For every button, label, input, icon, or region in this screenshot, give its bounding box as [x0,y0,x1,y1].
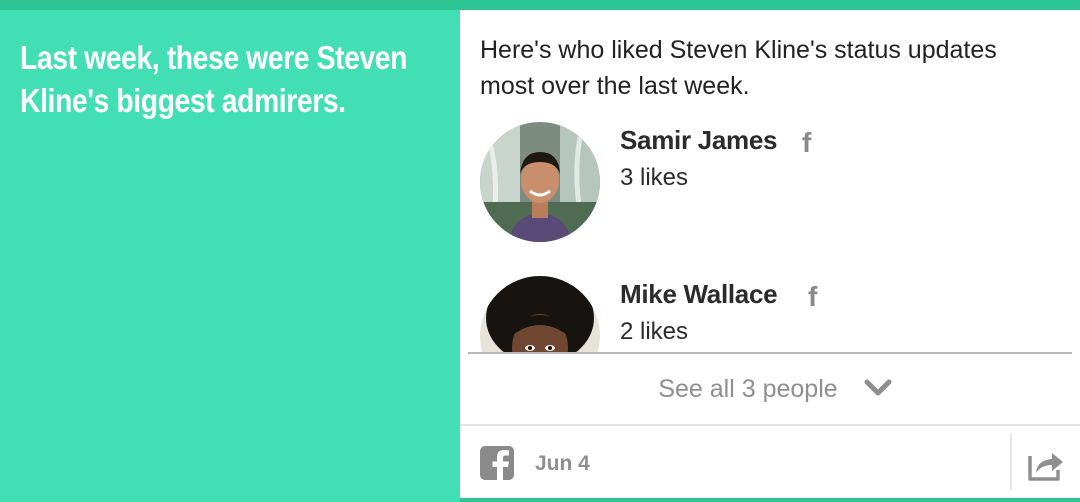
facebook-f-icon: f [802,127,812,158]
left-panel: Last week, these were Steven Kline's big… [0,10,460,502]
facebook-f-icon: f [808,281,818,312]
avatar[interactable] [480,276,600,352]
intro-text: Here's who liked Steven Kline's status u… [480,36,997,100]
divider [1010,434,1012,490]
bottom-accent-bar [460,498,1080,502]
top-accent-bar [0,0,1080,10]
see-all-button[interactable]: See all 3 people [460,354,1080,424]
list-item[interactable]: Mike Wallace f 2 likes [480,276,1040,352]
avatar[interactable] [480,122,600,242]
facebook-square-icon [480,446,514,480]
share-icon[interactable] [1026,446,1066,482]
card-footer: Jun 4 [460,426,1080,498]
like-count: 3 likes [620,164,689,191]
headline: Last week, these were Steven Kline's big… [20,39,408,119]
list-item[interactable]: Samir James f 3 likes [480,122,1040,246]
admirers-card: Here's who liked Steven Kline's status u… [460,10,1080,498]
like-count: 2 likes [620,318,689,345]
chevron-down-icon [864,379,892,402]
person-name[interactable]: Mike Wallace [620,276,778,312]
post-date: Jun 4 [535,452,590,475]
see-all-label: See all 3 people [658,374,838,403]
people-list[interactable]: Samir James f 3 likes Mike Wallace f 2 l… [460,120,1080,352]
person-name[interactable]: Samir James [620,122,777,158]
